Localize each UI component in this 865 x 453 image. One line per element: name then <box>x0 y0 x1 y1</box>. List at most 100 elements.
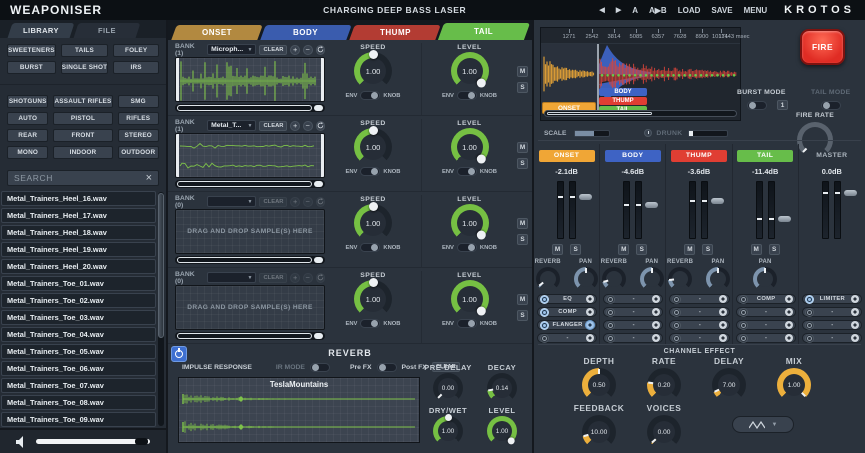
remove-sample-button[interactable]: − <box>303 45 313 55</box>
sample-dropdown[interactable]: ▼ <box>207 272 256 283</box>
loop-start-handle[interactable] <box>176 58 179 101</box>
burst-count-box[interactable]: 1 <box>777 100 788 110</box>
decay-knob[interactable]: 0.14 <box>487 373 517 403</box>
fx-slot[interactable]: - <box>669 307 729 317</box>
clear-bank-button[interactable]: CLEAR <box>259 273 287 283</box>
gear-icon[interactable] <box>719 334 727 342</box>
load-button[interactable]: LOAD <box>678 6 701 15</box>
tab-tail[interactable]: TAIL <box>438 23 530 40</box>
scale-slider[interactable] <box>574 130 610 137</box>
filter-stereo[interactable]: STEREO <box>118 129 160 142</box>
tab-onset[interactable]: ONSET <box>171 25 262 40</box>
speed-env-knob-toggle[interactable] <box>360 243 380 252</box>
tab-file[interactable]: FILE <box>74 23 141 38</box>
tab-thump[interactable]: THUMP <box>349 25 440 40</box>
power-icon[interactable] <box>805 321 814 330</box>
add-sample-button[interactable]: + <box>290 197 300 207</box>
body-segment-label[interactable]: BODY <box>599 88 647 96</box>
fx-slot[interactable]: - <box>603 320 663 330</box>
add-sample-button[interactable]: + <box>290 121 300 131</box>
fx-slot[interactable]: - <box>603 294 663 304</box>
list-item[interactable]: Metal_Trainers_Heel_20.wav <box>1 259 156 274</box>
fx-slot[interactable]: - <box>669 320 729 330</box>
loop-icon[interactable] <box>316 45 326 55</box>
fx-slot[interactable]: EQ <box>537 294 597 304</box>
mute-button[interactable]: M <box>517 294 528 305</box>
power-icon[interactable] <box>672 308 681 317</box>
list-item[interactable]: Metal_Trainers_Heel_16.wav <box>1 191 156 206</box>
power-icon[interactable] <box>540 321 549 330</box>
reverb-power-button[interactable] <box>171 346 187 362</box>
mute-button[interactable]: M <box>751 244 762 255</box>
solo-button[interactable]: S <box>517 234 528 245</box>
filter-single-shot[interactable]: SINGLE SHOT <box>61 61 109 74</box>
channel-fader[interactable] <box>623 181 642 239</box>
volume-slider-thumb[interactable] <box>135 438 148 445</box>
solo-button[interactable]: S <box>570 244 581 255</box>
level-knob[interactable]: 1.00 <box>451 204 489 242</box>
fx-slot[interactable]: - <box>802 333 862 343</box>
level-knob[interactable]: 1.00 <box>451 52 489 90</box>
mute-button[interactable]: M <box>618 244 629 255</box>
gear-icon[interactable] <box>652 334 660 342</box>
level-env-knob-toggle[interactable] <box>457 243 477 252</box>
waveform-scrollbar[interactable] <box>175 104 325 112</box>
gear-icon[interactable] <box>785 334 793 342</box>
drunk-knob-icon[interactable] <box>644 129 652 137</box>
channel-fader[interactable] <box>756 181 775 239</box>
solo-button[interactable]: S <box>517 310 528 321</box>
gear-icon[interactable] <box>851 334 859 342</box>
ab-a-button[interactable]: A <box>632 6 638 15</box>
fx-slot[interactable]: - <box>669 333 729 343</box>
channel-header[interactable]: ONSET <box>539 150 595 162</box>
bank4-drop-zone[interactable]: DRAG AND DROP SAMPLE(S) HERE <box>175 285 325 330</box>
level-knob[interactable]: 1.00 <box>451 128 489 166</box>
fx-slot[interactable]: - <box>736 320 796 330</box>
timeline-scrollbar[interactable] <box>544 110 737 117</box>
fx-slot[interactable]: - <box>603 333 663 343</box>
bank1-waveform[interactable] <box>175 57 325 102</box>
fader-handle[interactable] <box>844 190 857 196</box>
thump-segment-label[interactable]: THUMP <box>599 97 647 105</box>
power-icon[interactable] <box>672 295 681 304</box>
gear-icon[interactable] <box>785 308 793 316</box>
fx-slot[interactable]: - <box>736 307 796 317</box>
pan-knob[interactable] <box>753 267 777 291</box>
power-icon[interactable] <box>805 334 814 343</box>
ab-compare-button[interactable]: A▶B <box>649 6 667 15</box>
fx-slot[interactable]: - <box>537 333 597 343</box>
sample-dropdown[interactable]: Metal_T...▼ <box>207 120 256 131</box>
waveform-scrollbar[interactable] <box>175 180 325 188</box>
pre-delay-knob[interactable]: 0.00 <box>433 373 463 403</box>
reverb-send-knob[interactable] <box>602 267 626 291</box>
speed-knob[interactable]: 1.00 <box>354 204 392 242</box>
solo-button[interactable]: S <box>769 244 780 255</box>
pan-knob[interactable] <box>574 267 598 291</box>
tab-library[interactable]: LIBRARY <box>8 23 75 38</box>
tail-mode-toggle[interactable] <box>821 101 841 110</box>
file-list-scrollbar[interactable] <box>158 192 164 426</box>
mute-button[interactable]: M <box>517 66 528 77</box>
mix-knob[interactable]: 1.00 <box>777 368 811 402</box>
power-icon[interactable] <box>739 321 748 330</box>
power-icon[interactable] <box>672 321 681 330</box>
channel-fader[interactable] <box>689 181 708 239</box>
waveform-scrollbar[interactable] <box>175 256 325 264</box>
gear-icon[interactable] <box>652 295 660 303</box>
clear-bank-button[interactable]: CLEAR <box>259 197 287 207</box>
power-icon[interactable] <box>540 308 549 317</box>
filter-sweeteners[interactable]: SWEETENERS <box>7 44 56 57</box>
loop-end-handle[interactable] <box>321 58 324 101</box>
loop-icon[interactable] <box>316 197 326 207</box>
gear-icon[interactable] <box>586 334 594 342</box>
waveform-scrollbar[interactable] <box>175 332 325 340</box>
gear-icon[interactable] <box>851 295 859 303</box>
bank2-waveform[interactable] <box>175 133 325 178</box>
filter-indoor[interactable]: INDOOR <box>53 146 112 159</box>
channel-header[interactable]: TAIL <box>737 150 793 162</box>
power-icon[interactable] <box>606 308 615 317</box>
power-icon[interactable] <box>672 334 681 343</box>
burst-mode-toggle[interactable] <box>747 101 767 110</box>
power-icon[interactable] <box>805 308 814 317</box>
fader-handle[interactable] <box>579 194 592 200</box>
